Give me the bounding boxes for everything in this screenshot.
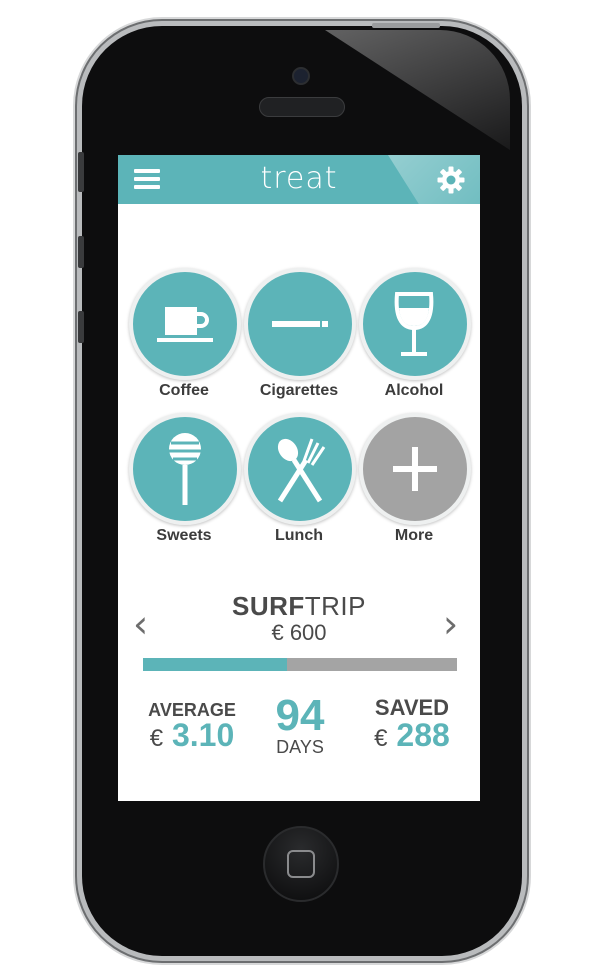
home-square-icon xyxy=(287,850,315,878)
category-circle xyxy=(129,413,241,525)
days-number: 94 xyxy=(275,691,325,740)
saved-value: € 288 xyxy=(364,717,460,754)
saved-currency: € xyxy=(374,725,388,752)
lollipop-icon xyxy=(169,433,201,505)
average-number: 3.10 xyxy=(171,717,235,753)
category-alcohol[interactable]: Alcohol xyxy=(359,268,471,400)
category-label: Cigarettes xyxy=(259,382,339,399)
days-stat: 94 DAYS xyxy=(264,691,336,758)
category-coffee[interactable]: Coffee xyxy=(129,268,241,400)
saved-number: 288 xyxy=(396,717,450,753)
category-label: Sweets xyxy=(156,527,212,544)
category-label: Coffee xyxy=(159,382,209,399)
top-bar: treat xyxy=(118,155,480,204)
goal-progress-fill xyxy=(143,658,288,671)
days-label: DAYS xyxy=(276,737,324,757)
category-sweets[interactable]: Sweets xyxy=(129,413,241,545)
category-circle xyxy=(129,268,241,380)
goal-amount: € 600 xyxy=(271,620,327,645)
goal-name-bold: SURF xyxy=(231,591,305,621)
volume-up-button xyxy=(78,236,84,268)
goal-name: SURFTRIP xyxy=(118,591,480,622)
average-stat: AVERAGE € 3.10 xyxy=(144,700,240,754)
home-button[interactable] xyxy=(263,826,339,902)
category-circle xyxy=(359,268,471,380)
coffee-cup-icon xyxy=(157,307,213,342)
front-camera xyxy=(292,67,310,85)
app-title: treat xyxy=(260,161,338,196)
earpiece-speaker xyxy=(259,97,345,117)
volume-down-button xyxy=(78,311,84,343)
mute-switch xyxy=(78,152,84,192)
category-label: Lunch xyxy=(275,527,323,544)
wine-glass-icon xyxy=(394,292,434,356)
category-circle xyxy=(244,413,356,525)
app-screen: treat Coffee Cigarettes Alcohol Sweets L… xyxy=(118,155,480,801)
power-button xyxy=(372,23,440,28)
gear-icon[interactable] xyxy=(436,165,466,195)
goal-name-rest: TRIP xyxy=(304,591,366,621)
category-circle xyxy=(359,413,471,525)
plus-icon xyxy=(393,447,437,491)
cigarette-icon xyxy=(272,321,328,327)
average-currency: € xyxy=(149,725,164,752)
spoon-fork-icon xyxy=(277,438,326,503)
category-cigarettes[interactable]: Cigarettes xyxy=(244,268,356,400)
average-value: € 3.10 xyxy=(144,717,240,754)
category-circle xyxy=(244,268,356,380)
category-lunch[interactable]: Lunch xyxy=(244,413,356,545)
goal-progress-bar xyxy=(143,658,457,671)
category-label: Alcohol xyxy=(384,382,444,399)
goal-section: SURFTRIP € 600 xyxy=(118,591,480,646)
category-label: More xyxy=(394,527,434,544)
saved-stat: SAVED € 288 xyxy=(364,695,460,754)
category-more[interactable]: More xyxy=(359,413,471,545)
